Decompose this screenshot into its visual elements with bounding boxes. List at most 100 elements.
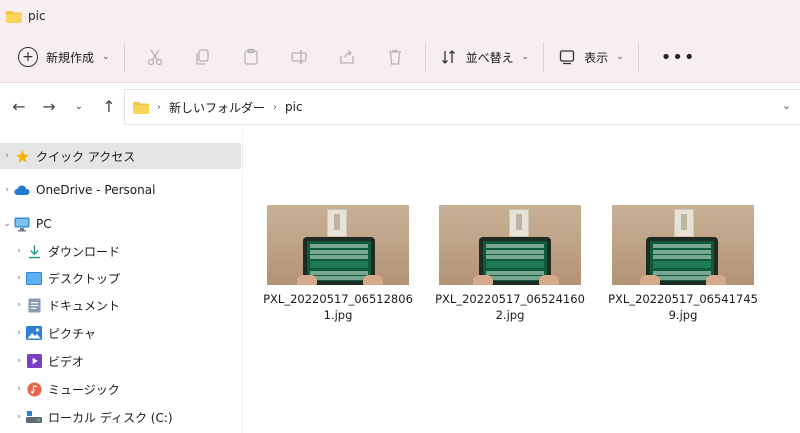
sidebar-item-label: デスクトップ xyxy=(48,271,121,286)
arrow-right-icon: → xyxy=(42,96,56,116)
share-icon xyxy=(339,50,354,64)
arrow-left-icon: ← xyxy=(12,96,26,116)
rename-button[interactable] xyxy=(275,40,323,74)
view-button-label: 表示 xyxy=(584,50,609,65)
address-bar[interactable]: › 新しいフォルダー › pic ⌄ xyxy=(124,89,800,125)
sidebar-item-desktop[interactable]: › デスクトップ xyxy=(0,265,253,291)
forward-button[interactable]: → xyxy=(34,91,64,121)
address-history-chevron-icon[interactable]: ⌄ xyxy=(782,99,791,112)
sidebar-item-label: ダウンロード xyxy=(48,244,121,259)
sidebar-item-onedrive[interactable]: › OneDrive - Personal xyxy=(0,177,241,203)
sidebar-item-documents[interactable]: › ドキュメント xyxy=(0,292,253,318)
chevron-down-icon: ⌄ xyxy=(74,100,84,112)
expand-chevron-icon[interactable]: › xyxy=(0,185,14,195)
sidebar-item-downloads[interactable]: › ダウンロード xyxy=(0,238,253,264)
sort-button[interactable]: 並べ替え ⌄ xyxy=(432,40,538,74)
music-icon xyxy=(26,381,42,397)
expand-chevron-icon[interactable]: › xyxy=(12,356,26,366)
view-button[interactable]: 表示 ⌄ xyxy=(550,40,632,74)
drive-icon xyxy=(26,409,42,425)
sidebar-item-label: ドキュメント xyxy=(48,298,121,313)
breadcrumb-chevron-icon: › xyxy=(273,101,278,113)
navigation-pane: › クイック アクセス › OneDrive - Personal ⌄ PC ›… xyxy=(0,130,243,433)
breadcrumb-item[interactable]: 新しいフォルダー xyxy=(169,99,265,116)
title-bar: pic xyxy=(0,0,800,32)
clipboard-icon xyxy=(243,48,258,65)
command-bar: + 新規作成 ⌄ 並べ替え ⌄ 表示 ⌄ ••• xyxy=(0,32,800,83)
expand-chevron-icon[interactable]: › xyxy=(12,328,26,338)
sidebar-item-quick-access[interactable]: › クイック アクセス xyxy=(0,143,241,169)
toolbar-separator xyxy=(424,42,426,72)
sidebar-item-label: クイック アクセス xyxy=(36,149,136,164)
sort-button-label: 並べ替え xyxy=(465,50,514,65)
back-button[interactable]: ← xyxy=(4,91,34,121)
file-name: PXL_20220517_065241602.jpg xyxy=(435,292,585,322)
file-item[interactable]: PXL_20220517_065241602.jpg xyxy=(435,205,585,323)
desktop-icon xyxy=(26,270,42,286)
sidebar-item-label: OneDrive - Personal xyxy=(36,183,156,197)
chevron-down-icon: ⌄ xyxy=(616,52,624,62)
expand-chevron-icon[interactable]: › xyxy=(12,412,26,422)
sidebar-item-label: ミュージック xyxy=(48,382,120,397)
plus-icon: + xyxy=(18,47,38,67)
sidebar-item-pc[interactable]: ⌄ PC xyxy=(0,211,241,237)
pictures-icon xyxy=(26,325,42,341)
address-row: ← → ⌄ ↑ › 新しいフォルダー › pic ⌄ xyxy=(0,83,800,129)
paste-button[interactable] xyxy=(227,40,275,74)
monitor-icon xyxy=(14,216,30,232)
cloud-icon xyxy=(14,182,30,198)
chevron-button[interactable]: ⌄ xyxy=(64,91,94,121)
more-icon: ••• xyxy=(660,46,696,68)
collapse-chevron-icon[interactable]: ⌄ xyxy=(0,219,14,229)
folder-icon xyxy=(6,10,22,23)
sort-icon xyxy=(441,50,455,64)
breadcrumb-chevron-icon: › xyxy=(157,101,161,113)
toolbar-separator xyxy=(543,42,545,72)
new-button[interactable]: + 新規作成 ⌄ xyxy=(10,40,118,74)
chevron-down-icon: ⌄ xyxy=(521,52,530,62)
new-button-label: 新規作成 xyxy=(46,50,95,65)
toolbar-separator xyxy=(123,42,125,72)
expand-chevron-icon[interactable]: › xyxy=(12,273,26,283)
arrow-up-icon: ↑ xyxy=(102,96,116,116)
document-icon xyxy=(26,297,42,313)
sidebar-item-pictures[interactable]: › ピクチャ xyxy=(0,320,253,346)
expand-chevron-icon[interactable]: › xyxy=(0,151,14,161)
chevron-down-icon: ⌄ xyxy=(102,52,110,62)
rename-icon xyxy=(290,50,307,64)
share-button[interactable] xyxy=(323,40,371,74)
more-options-button[interactable]: ••• xyxy=(645,40,704,74)
window-title: pic xyxy=(28,9,46,23)
star-icon xyxy=(14,148,30,164)
sidebar-item-label: ローカル ディスク (C:) xyxy=(48,410,173,425)
sidebar-item-music[interactable]: › ミュージック xyxy=(0,376,253,402)
file-name: PXL_20220517_065417459.jpg xyxy=(608,292,758,322)
sidebar-item-local-disk[interactable]: › ローカル ディスク (C:) xyxy=(0,404,253,430)
toolbar-separator xyxy=(637,42,639,72)
expand-chevron-icon[interactable]: › xyxy=(12,384,26,394)
copy-icon xyxy=(195,49,209,65)
file-list: PXL_20220517_065128061.jpg PXL_20220517_… xyxy=(243,130,800,433)
up-button[interactable]: ↑ xyxy=(94,91,124,121)
folder-icon xyxy=(133,101,149,114)
sidebar-item-label: ピクチャ xyxy=(48,326,96,341)
view-icon xyxy=(559,50,575,65)
download-icon xyxy=(26,243,42,259)
cut-button[interactable] xyxy=(131,40,179,74)
file-item[interactable]: PXL_20220517_065128061.jpg xyxy=(263,205,413,323)
breadcrumb-item[interactable]: pic xyxy=(285,100,303,114)
file-item[interactable]: PXL_20220517_065417459.jpg xyxy=(608,205,758,323)
video-icon xyxy=(26,353,42,369)
scissors-icon xyxy=(147,49,162,66)
image-thumbnail xyxy=(612,205,754,285)
sidebar-item-label: ビデオ xyxy=(48,354,85,369)
delete-button[interactable] xyxy=(371,40,419,74)
expand-chevron-icon[interactable]: › xyxy=(12,300,26,310)
image-thumbnail xyxy=(439,205,581,285)
copy-button[interactable] xyxy=(179,40,227,74)
sidebar-item-videos[interactable]: › ビデオ xyxy=(0,348,253,374)
image-thumbnail xyxy=(267,205,409,285)
sidebar-item-label: PC xyxy=(36,217,52,231)
file-name: PXL_20220517_065128061.jpg xyxy=(263,292,413,322)
expand-chevron-icon[interactable]: › xyxy=(12,246,26,256)
